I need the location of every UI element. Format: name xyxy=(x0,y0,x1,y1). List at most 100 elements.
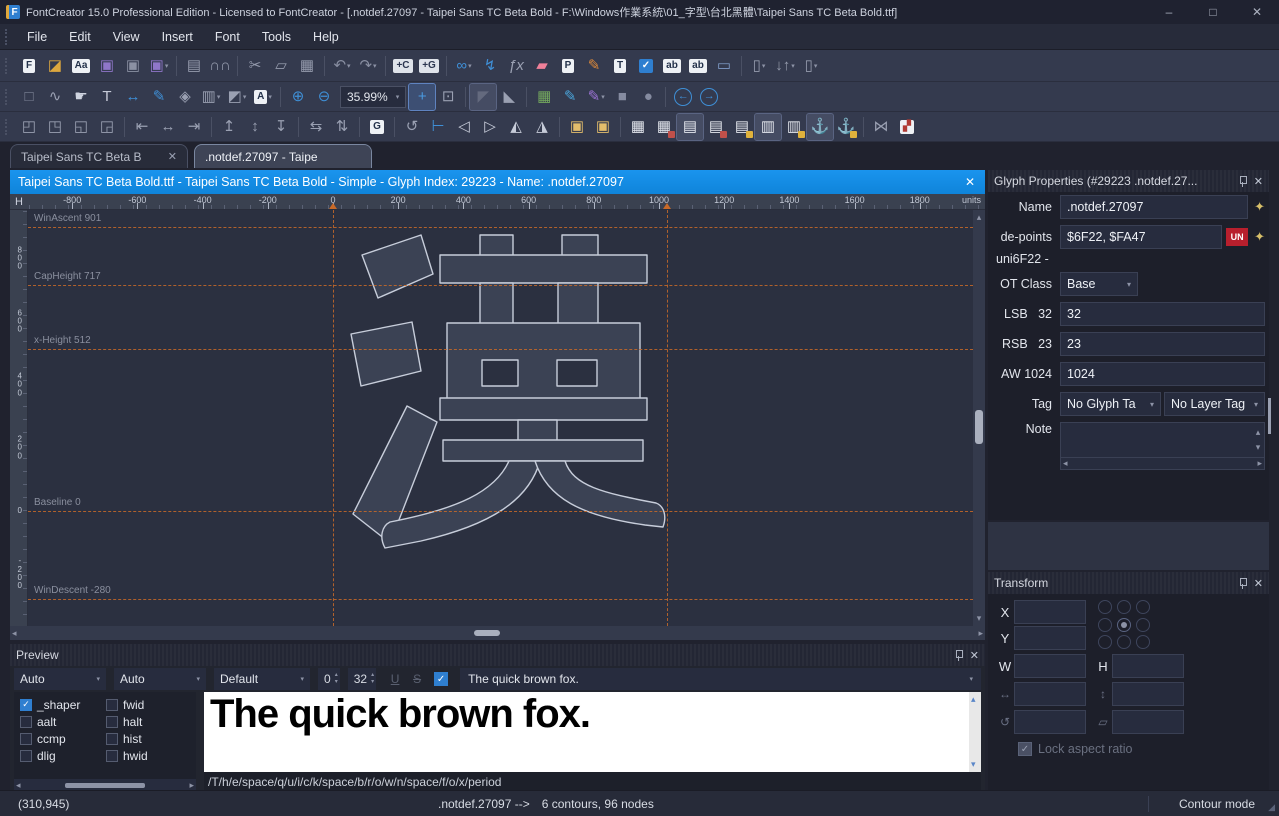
grid-lock-rows-button[interactable]: ▤ xyxy=(729,114,755,140)
rsb-field[interactable]: 23 xyxy=(1060,332,1265,356)
redo-button[interactable]: ↷ ▾ xyxy=(355,53,381,79)
size-stepper[interactable]: 32 ▴ ▾ xyxy=(347,668,377,690)
chevron-down-icon[interactable]: ▾ xyxy=(243,93,247,101)
scroll-down-icon[interactable]: ▾ xyxy=(1254,440,1263,455)
width-field[interactable] xyxy=(1014,654,1086,678)
distribute-right-button[interactable]: ⇥ xyxy=(181,114,207,140)
glyph-tag-select[interactable]: No Glyph Ta ▾ xyxy=(1060,392,1161,416)
scroll-down-icon[interactable]: ▾ xyxy=(975,611,984,626)
contour-select-tool-button[interactable]: ∿ xyxy=(42,84,68,110)
font-properties-button[interactable]: P xyxy=(555,53,581,79)
copy-button[interactable]: ▱ xyxy=(268,53,294,79)
feature-item-dlig[interactable]: dlig xyxy=(20,747,106,764)
height-field[interactable] xyxy=(1112,654,1184,678)
insert-image-button[interactable]: ▦ xyxy=(531,84,557,110)
origin-radio[interactable] xyxy=(1098,600,1112,614)
lsb-field[interactable]: 32 xyxy=(1060,302,1265,326)
scroll-right-icon[interactable]: ▸ xyxy=(976,626,985,641)
y-field[interactable] xyxy=(1014,626,1086,650)
slant-tool-button[interactable]: ⊢ xyxy=(425,114,451,140)
feature-set-select[interactable]: Default ▾ xyxy=(214,668,310,690)
sidebearing-guide-line[interactable] xyxy=(333,210,334,626)
menu-tools[interactable]: Tools xyxy=(251,24,302,50)
sort-glyphs-button[interactable]: ↓↑ ▾ xyxy=(772,53,798,79)
scroll-thumb[interactable] xyxy=(473,630,500,636)
chevron-down-icon[interactable]: ▾ xyxy=(468,62,472,70)
text-tool-button[interactable]: T xyxy=(94,84,120,110)
grid-reset-button[interactable]: ▦ xyxy=(651,114,677,140)
scroll-thumb[interactable] xyxy=(65,783,145,788)
note-field[interactable]: ▴ ▾ xyxy=(1060,422,1265,458)
anchor-lock-button[interactable]: ⚓ xyxy=(833,114,859,140)
feature-item-hist[interactable]: hist xyxy=(106,730,192,747)
nav-forward-button[interactable]: → xyxy=(696,84,722,110)
grid-rows-reset-button[interactable]: ▤ xyxy=(703,114,729,140)
chevron-down-icon[interactable]: ▾ xyxy=(601,93,605,101)
anchor-button[interactable]: ⚓ xyxy=(806,112,834,141)
x-field[interactable] xyxy=(1014,600,1086,624)
sidebearing-guide-line[interactable] xyxy=(666,210,668,626)
align-middle-button[interactable]: ↕ xyxy=(242,114,268,140)
function-button[interactable]: ƒx xyxy=(503,53,529,79)
scroll-down-icon[interactable]: ▾ xyxy=(969,757,981,772)
fill-mode-button[interactable]: ◩ ▾ xyxy=(224,84,250,110)
flip-horizontal-button[interactable]: ◁ xyxy=(451,114,477,140)
menu-insert[interactable]: Insert xyxy=(151,24,204,50)
close-icon[interactable]: ✕ xyxy=(970,649,979,662)
minimize-button[interactable]: – xyxy=(1147,0,1191,24)
close-icon[interactable]: ✕ xyxy=(1254,577,1263,590)
align-center-horizontal-button[interactable]: ◳ xyxy=(42,114,68,140)
metric-guide-line[interactable] xyxy=(28,599,973,601)
import-glyphs-button[interactable]: ▯ ▾ xyxy=(798,53,824,79)
feature-item-halt[interactable]: halt xyxy=(106,713,192,730)
tab-font-overview[interactable]: Taipei Sans TC Beta B ✕ xyxy=(10,144,188,168)
canvas-vertical-scrollbar[interactable]: ▴ ▾ xyxy=(973,210,985,626)
node-edit-button[interactable]: ◣ xyxy=(496,84,522,110)
glyph-metrics-link-button[interactable]: G xyxy=(364,114,390,140)
origin-radio[interactable] xyxy=(1136,635,1150,650)
rotate-ccw-button[interactable]: ◭ xyxy=(503,114,529,140)
insert-link-button[interactable]: ∞ ▾ xyxy=(451,53,477,79)
splitter-handle[interactable] xyxy=(1268,398,1271,434)
scroll-left-icon[interactable]: ◂ xyxy=(10,626,19,641)
feature-checkbox[interactable] xyxy=(106,732,118,745)
metrics-marker-icon[interactable] xyxy=(662,203,671,209)
feature-item-ccmp[interactable]: ccmp xyxy=(20,730,106,747)
script-select[interactable]: Auto ▾ xyxy=(14,668,106,690)
tracking-stepper[interactable]: 0 ▴ ▾ xyxy=(318,668,340,690)
add-glyph-button[interactable]: +G xyxy=(416,53,442,79)
resize-grip-icon[interactable]: ◢ xyxy=(1268,802,1275,813)
feature-checkbox[interactable] xyxy=(106,698,118,711)
skew-field[interactable] xyxy=(1112,710,1184,734)
brush-tool-button[interactable]: ✎ xyxy=(557,84,583,110)
ellipse-tool-button[interactable]: ● xyxy=(635,84,661,110)
advance-width-field[interactable]: 1024 xyxy=(1060,362,1265,386)
origin-radio[interactable] xyxy=(1117,600,1131,614)
close-icon[interactable]: ✕ xyxy=(1254,175,1263,188)
maximize-button[interactable]: □ xyxy=(1191,0,1235,24)
feature-item-shaper[interactable]: ✓ _shaper xyxy=(20,696,106,713)
align-right-button[interactable]: ◱ xyxy=(68,114,94,140)
print-button[interactable]: ▤ xyxy=(181,53,207,79)
scroll-left-icon[interactable]: ◂ xyxy=(1061,456,1070,471)
transform-origin-grid[interactable] xyxy=(1098,600,1152,650)
magic-wand-icon[interactable]: ✦ xyxy=(1254,199,1265,215)
feature-checkbox[interactable] xyxy=(106,749,118,762)
open-font-button[interactable]: ◪ xyxy=(42,53,68,79)
align-left-button[interactable]: ◰ xyxy=(16,114,42,140)
scroll-right-icon[interactable]: ▸ xyxy=(1255,456,1264,471)
scroll-thumb[interactable] xyxy=(975,410,983,444)
feature-checkbox[interactable]: ✓ xyxy=(20,698,32,711)
composite-data-button[interactable]: ▞ xyxy=(894,114,920,140)
feature-item-aalt[interactable]: aalt xyxy=(20,713,106,730)
font-overview-button[interactable]: Aa xyxy=(68,53,94,79)
codepoints-field[interactable]: $6F22, $FA47 xyxy=(1060,225,1223,249)
origin-radio[interactable] xyxy=(1136,617,1150,632)
grid-columns-button[interactable]: ▥ xyxy=(754,112,782,141)
highlight-mode-button[interactable]: A ▾ xyxy=(250,84,276,110)
align-bottom-button[interactable]: ↧ xyxy=(268,114,294,140)
rectangle-tool-button[interactable]: ■ xyxy=(609,84,635,110)
width-percent-field[interactable] xyxy=(1014,682,1086,706)
height-percent-field[interactable] xyxy=(1112,682,1184,706)
chevron-down-icon[interactable]: ▾ xyxy=(373,62,377,70)
